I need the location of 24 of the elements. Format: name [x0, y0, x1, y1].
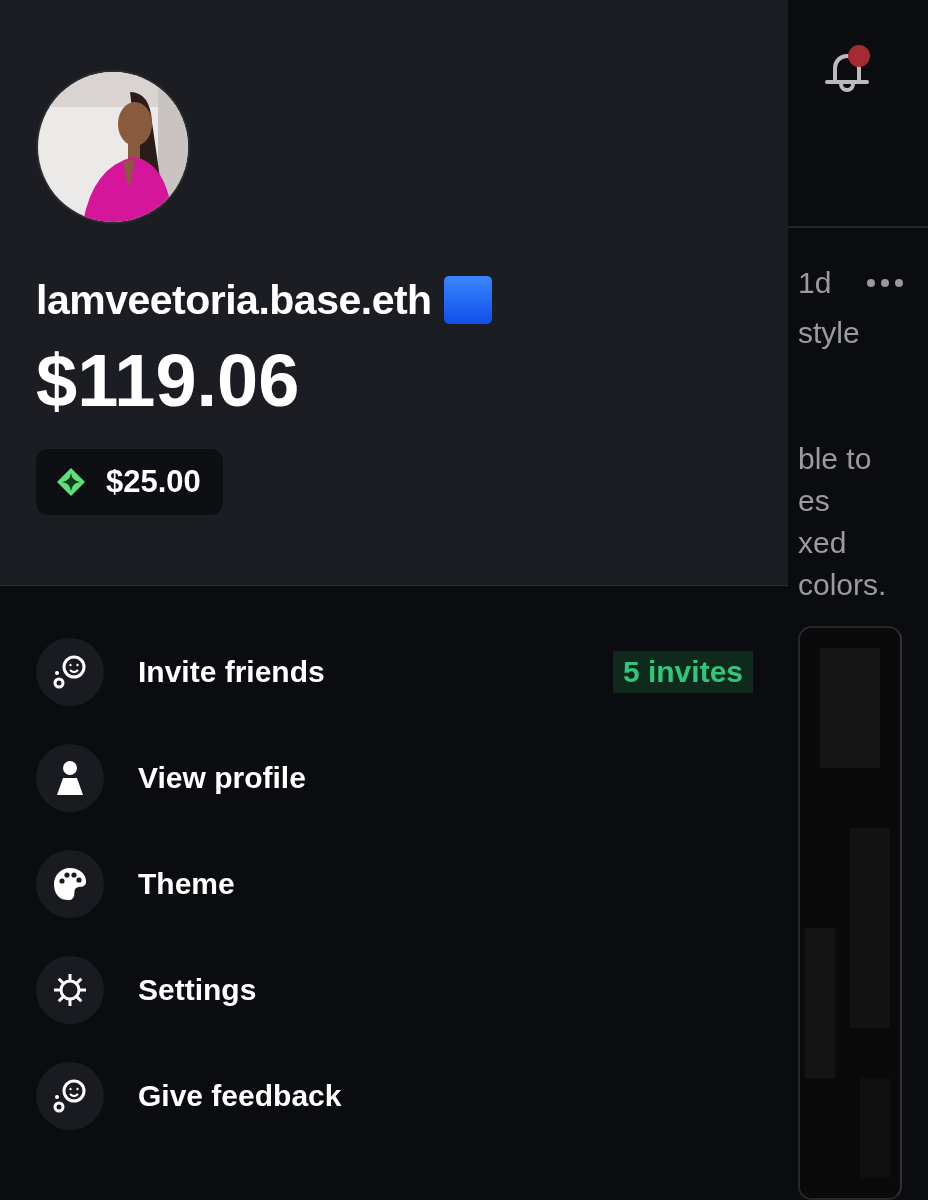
post-text: ble to: [798, 441, 873, 477]
post-text: colors.: [798, 567, 888, 603]
balance-amount: $119.06: [36, 338, 301, 423]
person-icon: [55, 760, 85, 796]
more-icon[interactable]: [866, 278, 904, 288]
menu-item[interactable]: Settings: [36, 956, 753, 1024]
credit-badge[interactable]: $25.00: [36, 449, 223, 515]
smiley-icon: [52, 1078, 88, 1114]
notification-bell-icon[interactable]: [822, 44, 872, 94]
post-time: 1d: [798, 266, 832, 300]
invites-count: 5 invites: [612, 651, 753, 693]
palette-icon: [52, 866, 88, 902]
smiley-icon: [52, 654, 88, 690]
menu-item[interactable]: Give feedback: [36, 1062, 753, 1130]
menu-item[interactable]: Invite friends 5 invites: [36, 638, 753, 706]
menu-item[interactable]: Theme: [36, 850, 753, 918]
username: lamveetoria.base.eth: [36, 276, 432, 324]
settings-icon: [52, 972, 88, 1008]
post-text: style: [798, 315, 861, 351]
post-text: xed: [798, 525, 848, 561]
square-icon: [443, 276, 492, 324]
menu-item[interactable]: View profile: [36, 744, 753, 812]
diamond-icon: [56, 467, 86, 497]
post-text: es: [798, 483, 831, 519]
